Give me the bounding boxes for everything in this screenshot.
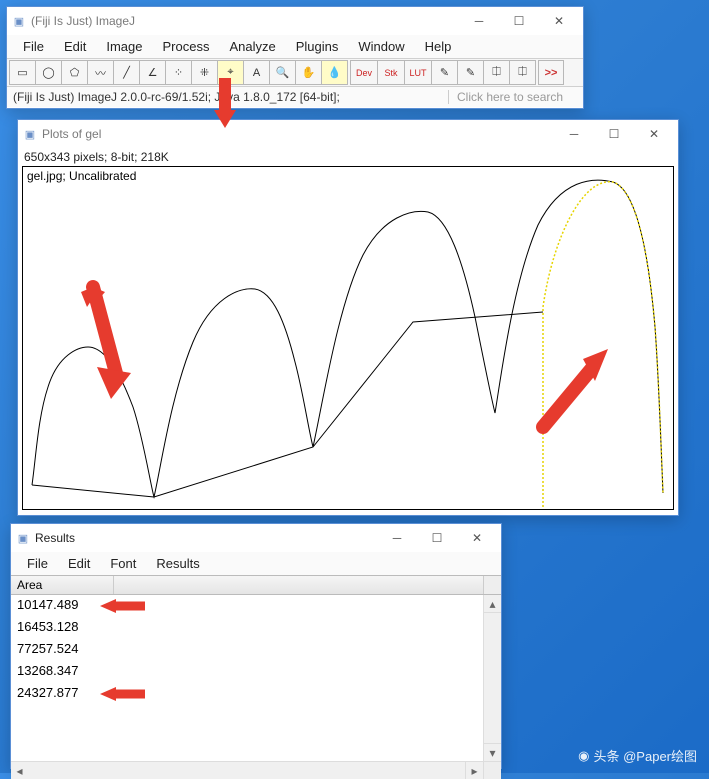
menu-process[interactable]: Process <box>153 37 220 56</box>
watermark: ◉ 头条 @Paper绘图 <box>578 746 697 765</box>
maximize-button[interactable]: ☐ <box>499 7 539 35</box>
results-maximize-button[interactable]: ☐ <box>417 524 457 552</box>
menu-help[interactable]: Help <box>415 37 462 56</box>
imagej-plot-icon: ▣ <box>22 126 38 142</box>
tool-stk[interactable]: Stk <box>377 60 405 85</box>
main-title: (Fiji Is Just) ImageJ <box>31 14 459 28</box>
results-menu-results[interactable]: Results <box>146 554 209 573</box>
imagej-main-window: ▣ (Fiji Is Just) ImageJ ─ ☐ ✕ File Edit … <box>6 6 584 109</box>
plot-minimize-button[interactable]: ─ <box>554 120 594 148</box>
tool-extra1[interactable]: ⎅ <box>483 60 510 85</box>
tool-lut[interactable]: LUT <box>404 60 432 85</box>
tool-dropper[interactable]: 💧 <box>321 60 348 85</box>
results-title: Results <box>35 531 377 545</box>
tool-polygon[interactable]: ⬠ <box>61 60 88 85</box>
results-col-area[interactable]: Area <box>11 576 114 594</box>
plot-maximize-button[interactable]: ☐ <box>594 120 634 148</box>
main-menubar: File Edit Image Process Analyze Plugins … <box>7 35 583 58</box>
tool-more[interactable]: >> <box>538 60 564 85</box>
tool-rectangle[interactable]: ▭ <box>9 60 36 85</box>
main-statusbar: (Fiji Is Just) ImageJ 2.0.0-rc-69/1.52i;… <box>7 87 583 107</box>
watermark-text: 头条 @Paper绘图 <box>594 746 698 765</box>
tool-text[interactable]: A <box>243 60 270 85</box>
menu-plugins[interactable]: Plugins <box>286 37 349 56</box>
results-menu-font[interactable]: Font <box>100 554 146 573</box>
tool-hand[interactable]: ✋ <box>295 60 322 85</box>
results-header-row: Area <box>11 575 501 595</box>
tool-oval[interactable]: ◯ <box>35 60 62 85</box>
menu-analyze[interactable]: Analyze <box>219 37 285 56</box>
tool-angle[interactable]: ∠ <box>139 60 166 85</box>
results-row[interactable]: 10147.489 <box>11 595 501 617</box>
results-window: ▣ Results ─ ☐ ✕ File Edit Font Results A… <box>10 523 502 769</box>
scroll-left-icon[interactable]: ◂ <box>11 762 28 779</box>
plot-label: gel.jpg; Uncalibrated <box>27 169 136 183</box>
menu-image[interactable]: Image <box>96 37 152 56</box>
tool-pencil2[interactable]: ✎ <box>457 60 484 85</box>
scroll-right-icon[interactable]: ▸ <box>465 762 483 779</box>
annotation-arrow-right <box>543 349 608 427</box>
plot-area[interactable]: gel.jpg; Uncalibrated <box>22 166 674 510</box>
tool-point[interactable]: ⁜ <box>191 60 218 85</box>
results-row[interactable]: 77257.524 <box>11 639 501 661</box>
search-input[interactable]: Click here to search <box>448 90 577 104</box>
gel-profile-plot <box>23 167 673 509</box>
results-menu-file[interactable]: File <box>17 554 58 573</box>
plot-window: ▣ Plots of gel ─ ☐ ✕ 650x343 pixels; 8-b… <box>17 119 679 516</box>
tool-line[interactable]: ╱ <box>113 60 140 85</box>
results-close-button[interactable]: ✕ <box>457 524 497 552</box>
results-row[interactable]: 24327.877 <box>11 683 501 705</box>
tool-dev[interactable]: Dev <box>350 60 378 85</box>
plot-title: Plots of gel <box>42 127 554 141</box>
main-toolbar: ▭ ◯ ⬠ 〰 ╱ ∠ ⁘ ⁜ ⌖ A 🔍 ✋ 💧 Dev Stk LUT ✎ … <box>7 58 583 87</box>
main-titlebar[interactable]: ▣ (Fiji Is Just) ImageJ ─ ☐ ✕ <box>7 7 583 35</box>
results-vscrollbar[interactable]: ▴ ▾ <box>483 595 501 761</box>
tool-zoom[interactable]: 🔍 <box>269 60 296 85</box>
scroll-down-icon[interactable]: ▾ <box>484 743 501 761</box>
imagej-results-icon: ▣ <box>15 530 31 546</box>
results-titlebar[interactable]: ▣ Results ─ ☐ ✕ <box>11 524 501 552</box>
tool-multipoint[interactable]: ⁘ <box>165 60 192 85</box>
plot-titlebar[interactable]: ▣ Plots of gel ─ ☐ ✕ <box>18 120 678 148</box>
results-row[interactable]: 13268.347 <box>11 661 501 683</box>
tool-wand[interactable]: ⌖ <box>217 60 244 85</box>
tool-freehand[interactable]: 〰 <box>87 60 114 85</box>
watermark-icon: ◉ <box>578 748 589 764</box>
plot-info: 650x343 pixels; 8-bit; 218K <box>18 148 678 166</box>
results-hscrollbar[interactable]: ◂ ▸ <box>11 761 501 779</box>
annotation-arrow-left <box>81 287 131 399</box>
results-menu-edit[interactable]: Edit <box>58 554 100 573</box>
scroll-up-icon[interactable]: ▴ <box>484 595 501 613</box>
results-minimize-button[interactable]: ─ <box>377 524 417 552</box>
minimize-button[interactable]: ─ <box>459 7 499 35</box>
menu-edit[interactable]: Edit <box>54 37 96 56</box>
results-row[interactable]: 16453.128 <box>11 617 501 639</box>
tool-pencil1[interactable]: ✎ <box>431 60 458 85</box>
tool-extra2[interactable]: ⎅ <box>509 60 536 85</box>
results-menubar: File Edit Font Results <box>11 552 501 575</box>
menu-window[interactable]: Window <box>348 37 414 56</box>
plot-close-button[interactable]: ✕ <box>634 120 674 148</box>
results-body: 10147.489 16453.128 77257.524 13268.347 … <box>11 595 501 761</box>
status-text: (Fiji Is Just) ImageJ 2.0.0-rc-69/1.52i;… <box>13 90 448 104</box>
imagej-app-icon: ▣ <box>11 13 27 29</box>
close-button[interactable]: ✕ <box>539 7 579 35</box>
menu-file[interactable]: File <box>13 37 54 56</box>
